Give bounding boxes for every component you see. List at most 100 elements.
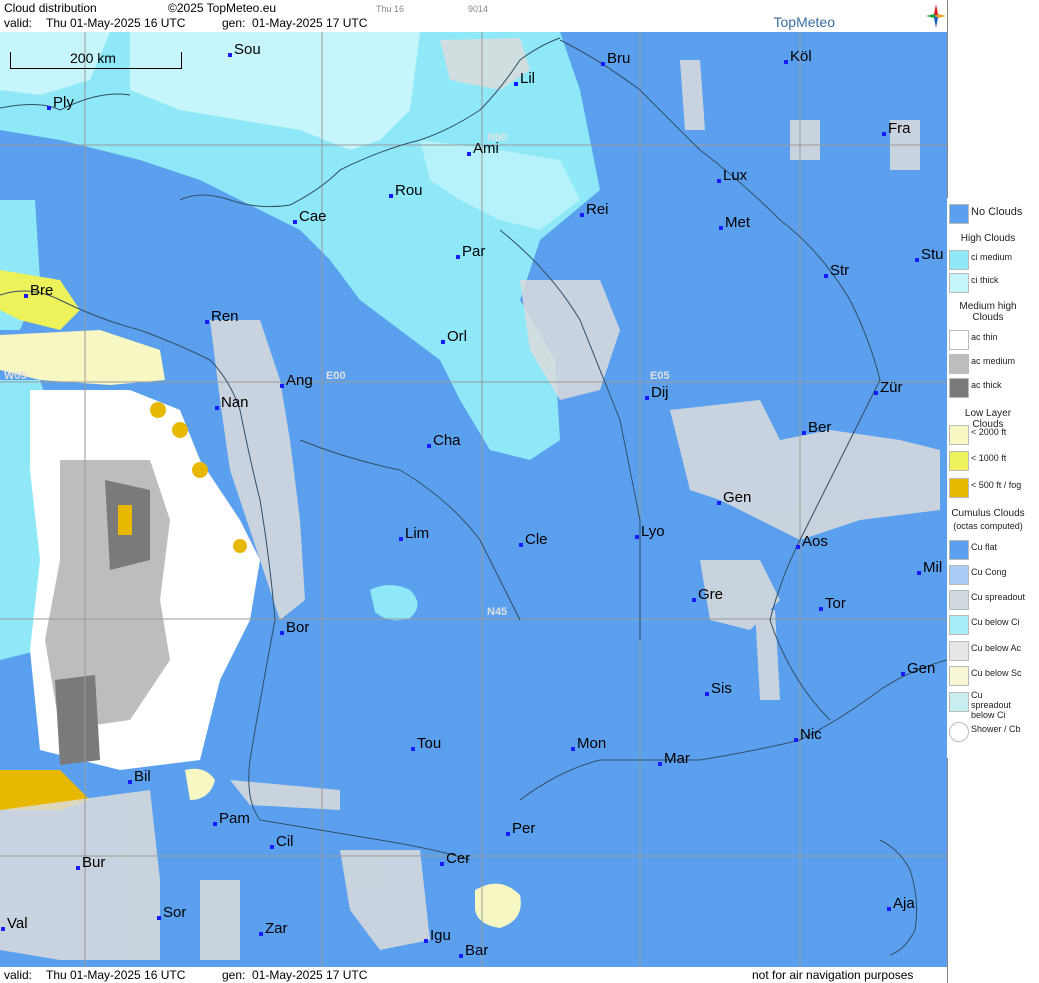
city-label: Bur: [76, 854, 105, 871]
legend-cu-below-sc: Cu below Sc: [947, 664, 1027, 686]
city-dot-icon: [213, 822, 217, 826]
city-label: Bar: [459, 942, 488, 959]
city-dot-icon: [915, 258, 919, 262]
legend-label: Cu below Ac: [971, 643, 1022, 653]
legend-label: Cu below Sc: [971, 668, 1022, 678]
city-label: Tor: [819, 595, 846, 612]
city-label: Cae: [293, 208, 327, 225]
city-label: Fra: [882, 120, 911, 137]
city-label: Val: [1, 915, 28, 932]
footer-gen-label: gen:: [222, 968, 246, 982]
valid-value: Thu 01-May-2025 16 UTC: [46, 16, 186, 30]
city-dot-icon: [901, 672, 905, 676]
small-code: 9014: [468, 4, 489, 14]
city-dot-icon: [717, 179, 721, 183]
city-label: Rou: [389, 182, 423, 199]
legend-ac-medium: ac medium: [947, 352, 1027, 374]
scale-label: 200 km: [70, 50, 116, 66]
swatch-cu-flat: [949, 540, 969, 560]
city-dot-icon: [887, 907, 891, 911]
swatch-ci-thick: [949, 273, 969, 293]
legend-low-500: < 500 ft / fog: [947, 476, 1027, 498]
city-dot-icon: [411, 747, 415, 751]
city-label: Cha: [427, 432, 461, 449]
city-label: Zür: [874, 379, 903, 396]
legend-cu-spread-ci: Cu spreadout below Ci: [947, 690, 1027, 720]
city-dot-icon: [784, 60, 788, 64]
gen-label: gen:: [222, 16, 246, 30]
swatch-no-clouds: [949, 204, 969, 224]
city-label: Orl: [441, 328, 467, 345]
city-dot-icon: [571, 747, 575, 751]
city-label: Str: [824, 262, 849, 279]
swatch-ac-medium: [949, 354, 969, 374]
grid-label-n45: N45: [487, 606, 508, 618]
city-label: Ber: [802, 419, 831, 436]
city-label: Cle: [519, 531, 548, 548]
city-label: Sor: [157, 904, 186, 921]
legend-label: Cu spreadout below Ci: [971, 690, 1012, 720]
legend-label: ci thick: [971, 275, 999, 285]
city-label: Lil: [514, 70, 535, 87]
legend-label: ac medium: [971, 356, 1016, 366]
brand-logo-text: TopMeteo: [773, 14, 835, 30]
legend-label: ci medium: [971, 252, 1013, 262]
swatch-ac-thick: [949, 378, 969, 398]
legend-ac-thick: ac thick: [947, 376, 1027, 398]
small-time: Thu 16: [376, 4, 405, 14]
grid-label-w05: W05: [4, 370, 27, 382]
legend-ci-medium: ci medium: [947, 248, 1027, 270]
city-dot-icon: [441, 340, 445, 344]
city-dot-icon: [440, 862, 444, 866]
city-label: Lux: [717, 167, 747, 184]
swatch-cu-cong: [949, 565, 969, 585]
swatch-ci-medium: [949, 250, 969, 270]
city-label: Rei: [580, 201, 609, 218]
map-title: Cloud distribution: [4, 1, 97, 15]
city-label: Igu: [424, 927, 451, 944]
city-dot-icon: [882, 132, 886, 136]
swatch-low-2000: [949, 425, 969, 445]
city-label: Zar: [259, 920, 288, 937]
city-dot-icon: [399, 537, 403, 541]
legend-label: Cu Cong: [971, 567, 1007, 577]
city-label: Par: [456, 243, 485, 260]
city-dot-icon: [645, 396, 649, 400]
valid-label: valid:: [4, 16, 33, 30]
city-label: Met: [719, 214, 750, 231]
city-dot-icon: [157, 916, 161, 920]
header-bar: Cloud distribution ©2025 TopMeteo.eu Thu…: [0, 0, 947, 32]
copyright: ©2025 TopMeteo.eu: [168, 1, 277, 15]
city-dot-icon: [456, 255, 460, 259]
city-dot-icon: [270, 845, 274, 849]
city-label: Mar: [658, 750, 690, 767]
legend-cu-cong: Cu Cong: [947, 563, 1027, 585]
city-label: Pam: [213, 810, 250, 827]
city-label: Bil: [128, 768, 151, 785]
city-dot-icon: [389, 194, 393, 198]
city-label: Ang: [280, 372, 313, 389]
compass-logo-icon: [926, 4, 946, 28]
city-label: Köl: [784, 48, 812, 65]
city-label: Aos: [796, 533, 828, 550]
city-dot-icon: [514, 82, 518, 86]
legend-section-medium-high: Medium high Clouds: [959, 301, 1017, 323]
grid-label-e05: E05: [650, 370, 670, 382]
city-dot-icon: [259, 932, 263, 936]
city-label: Ply: [47, 94, 74, 111]
footer-valid-value: Thu 01-May-2025 16 UTC: [46, 968, 186, 982]
city-dot-icon: [24, 294, 28, 298]
city-dot-icon: [601, 62, 605, 66]
legend-cu-spread: Cu spreadout: [947, 588, 1027, 610]
city-label: Sou: [228, 41, 261, 58]
legend-label: No Clouds: [971, 206, 1023, 218]
legend-cu-below-ci: Cu below Ci: [947, 613, 1027, 635]
city-dot-icon: [874, 391, 878, 395]
city-label: Bre: [24, 282, 53, 299]
swatch-low-500: [949, 478, 969, 498]
legend-section-cumulus: Cumulus Clouds: [951, 508, 1025, 519]
legend-no-clouds: No Clouds: [947, 202, 1027, 224]
cloud-map[interactable]: 200 km N50 N45 E00 E05 W05 Sou Bru Köl L…: [0, 32, 947, 967]
legend-ci-thick: ci thick: [947, 271, 1027, 293]
city-label: Bor: [280, 619, 309, 636]
